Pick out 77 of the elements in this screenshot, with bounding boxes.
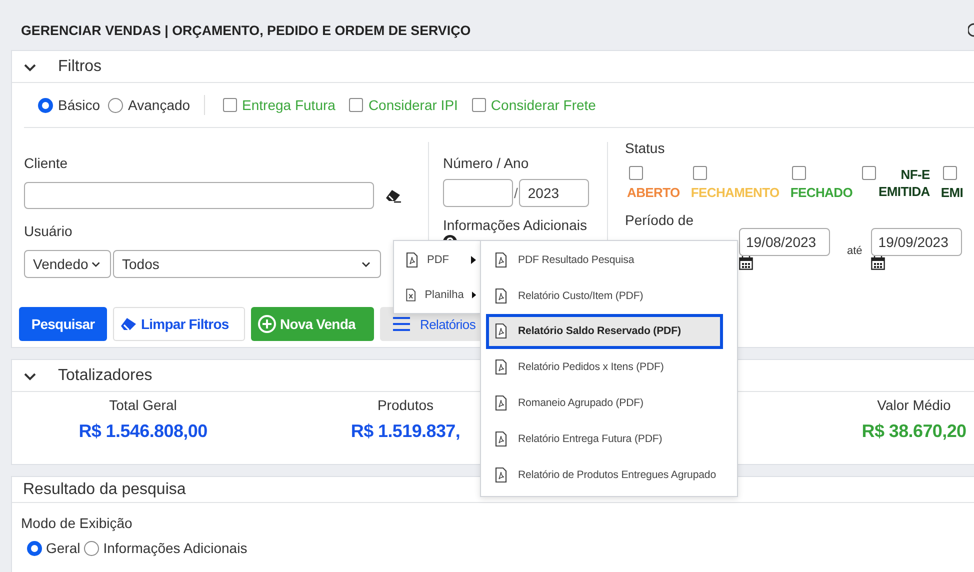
checkbox[interactable] [942, 166, 957, 180]
field-label: Cliente [24, 155, 69, 173]
checkbox[interactable] [629, 166, 643, 180]
separator-text: / [514, 185, 518, 201]
menu-item[interactable]: Relatório Entrega Futura (PDF) [486, 420, 723, 457]
total-label: Produtos [377, 397, 434, 413]
radio-label: Informações Adicionais [103, 540, 248, 556]
panel-title: Filtros [58, 58, 102, 76]
menu-item[interactable]: Relatório Saldo Reservado (PDF) [486, 314, 723, 350]
user-type-select[interactable]: Vendedo [24, 250, 111, 278]
menu-item[interactable]: PDF [394, 242, 480, 277]
pdf-file-icon [494, 466, 508, 483]
pdf-file-icon [494, 430, 508, 447]
eraser-icon[interactable] [385, 188, 401, 202]
menu-icon [393, 317, 410, 331]
menu-item[interactable]: PDF Resultado Pesquisa [486, 242, 723, 278]
field-label: Informações Adicionais [443, 217, 588, 235]
plus-circle-icon [258, 315, 276, 333]
date-input[interactable]: 19/08/2023 [739, 228, 830, 256]
menu-item[interactable]: Relatório de Produtos Entregues Agrupado [486, 456, 723, 493]
search-button[interactable]: Pesquisar [19, 307, 107, 341]
checkbox-label: Entrega Futura [242, 97, 336, 113]
total-label: Valor Médio [877, 397, 951, 413]
radio-label: Avançado [128, 97, 190, 113]
total-value: R$ 1.519.837, [350, 421, 460, 442]
checkbox[interactable] [862, 166, 876, 180]
status-label: EMI [940, 184, 964, 201]
total-value: R$ 1.546.808,00 [78, 421, 208, 442]
radio-button[interactable] [108, 98, 124, 112]
pdf-file-icon [494, 288, 508, 304]
menu-item[interactable]: Relatório Custo/Item (PDF) [486, 278, 723, 314]
pdf-file-icon [405, 252, 419, 268]
checkbox-label: Considerar Frete [490, 97, 596, 113]
radio-button[interactable] [38, 98, 53, 112]
checkbox[interactable] [349, 98, 364, 112]
radio-label: Básico [58, 97, 100, 113]
field-label: Usuário [24, 223, 74, 241]
field-label: Período de [625, 212, 694, 230]
checkbox[interactable] [692, 166, 707, 180]
status-label: NF-E EMITIDA [878, 166, 930, 200]
total-label: Total Geral [109, 397, 177, 413]
pdf-file-icon [494, 359, 508, 376]
caret-right-icon [471, 256, 476, 264]
menu-item[interactable]: Romaneio Agrupado (PDF) [486, 385, 723, 421]
pdf-file-icon [494, 252, 508, 268]
client-input[interactable] [24, 182, 374, 209]
page-title: GERENCIAR VENDAS | ORÇAMENTO, PEDIDO E ORDEM DE SERVIÇO [21, 22, 471, 38]
panel-title: Totalizadores [58, 366, 152, 384]
radio-button[interactable] [84, 540, 100, 556]
panel-title: Resultado da pesquisa [23, 480, 186, 498]
status-label: FECHADO [790, 184, 853, 201]
status-label: FECHAMENTO [690, 184, 780, 201]
clear-filters-button[interactable]: Limpar Filtros [113, 307, 245, 341]
spreadsheet-file-icon [405, 286, 417, 302]
calendar-icon[interactable] [739, 256, 753, 270]
calendar-icon[interactable] [871, 256, 886, 270]
pdf-file-icon [494, 323, 508, 340]
date-input[interactable]: 19/09/2023 [871, 228, 962, 256]
number-input[interactable] [443, 179, 513, 207]
radio-button[interactable] [27, 540, 42, 556]
checkbox[interactable] [472, 98, 486, 112]
eraser-icon [120, 317, 137, 331]
field-label: Número / Ano [443, 155, 530, 173]
menu-item[interactable]: Relatório Pedidos x Itens (PDF) [486, 349, 723, 386]
radio-label: Geral [46, 540, 80, 556]
checkbox[interactable] [223, 98, 238, 112]
caret-right-icon [472, 290, 476, 298]
user-select[interactable]: Todos [113, 250, 381, 278]
year-input[interactable]: 2023 [518, 179, 589, 207]
pdf-file-icon [494, 395, 508, 412]
status-label: ABERTO [627, 184, 680, 201]
checkbox-label: Considerar IPI [368, 97, 458, 113]
total-value: R$ 38.670,20 [862, 421, 966, 442]
range-label: até [847, 245, 862, 257]
checkbox[interactable] [792, 166, 806, 180]
field-label: Modo de Exibição [21, 515, 134, 531]
field-label: Status [625, 140, 666, 158]
